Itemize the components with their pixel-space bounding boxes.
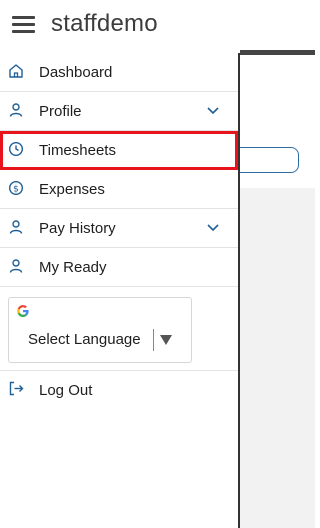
hamburger-menu-icon[interactable] xyxy=(12,14,35,34)
chevron-down-icon[interactable] xyxy=(206,105,220,115)
nav-item-expenses[interactable]: $ Expenses xyxy=(0,170,238,209)
nav-item-dashboard[interactable]: Dashboard xyxy=(0,53,238,92)
dollar-circle-icon: $ xyxy=(8,180,24,196)
logout-label: Log Out xyxy=(39,382,93,399)
google-icon xyxy=(17,305,29,317)
nav-item-label: Expenses xyxy=(39,181,105,198)
nav-item-label: Profile xyxy=(39,103,82,120)
chevron-down-icon[interactable] xyxy=(206,222,220,232)
nav-item-label: Dashboard xyxy=(39,64,113,81)
nav-item-my-ready[interactable]: My Ready xyxy=(0,248,238,287)
language-selector[interactable]: Select Language xyxy=(8,297,192,363)
logout-icon xyxy=(9,381,24,396)
nav-item-label: My Ready xyxy=(39,259,107,276)
person-icon xyxy=(9,220,23,234)
background-input[interactable] xyxy=(230,147,299,173)
svg-text:$: $ xyxy=(13,185,19,195)
language-select[interactable]: Select Language xyxy=(28,331,141,348)
nav-item-timesheets[interactable]: Timesheets xyxy=(0,131,238,170)
nav-item-pay-history[interactable]: Pay History xyxy=(0,209,238,248)
app-title: staffdemo xyxy=(51,10,158,37)
nav-item-profile[interactable]: Profile xyxy=(0,92,238,131)
person-icon xyxy=(9,103,23,117)
nav-item-label: Pay History xyxy=(39,220,116,237)
nav-item-label: Timesheets xyxy=(39,142,116,159)
background-header-bar xyxy=(240,50,315,55)
person-icon xyxy=(9,259,23,273)
side-drawer: Dashboard Profile Timesheets $ Expenses … xyxy=(0,53,240,528)
top-bar: staffdemo xyxy=(0,0,315,50)
logout-button[interactable]: Log Out xyxy=(0,371,238,411)
background-content-area xyxy=(240,188,315,528)
language-divider xyxy=(153,329,154,351)
clock-icon xyxy=(8,141,24,157)
home-icon xyxy=(9,64,23,78)
dropdown-arrow-icon[interactable] xyxy=(159,334,173,346)
